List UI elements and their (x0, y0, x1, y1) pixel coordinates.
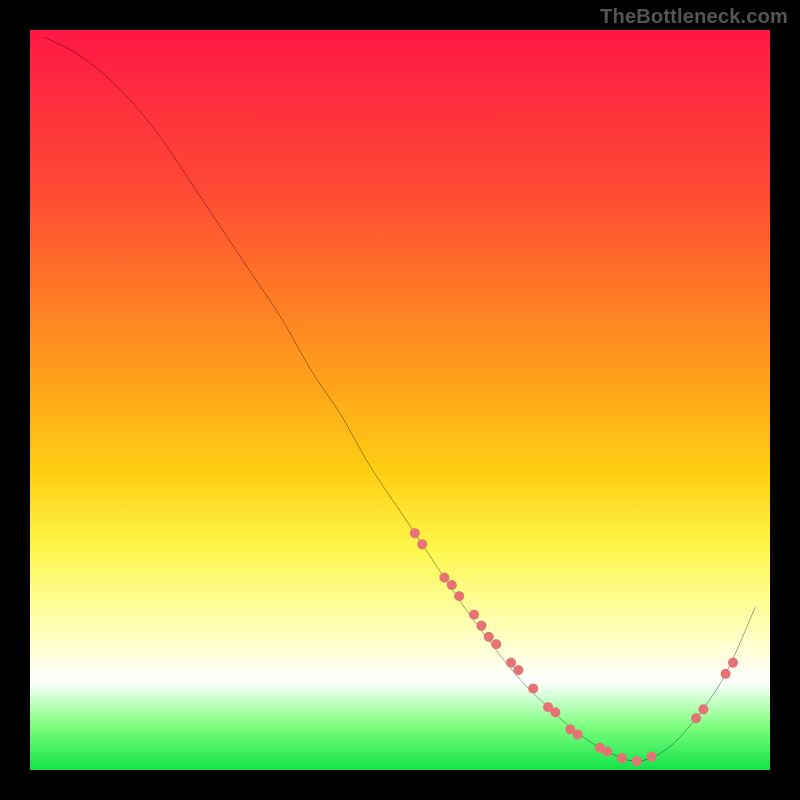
scatter-point (484, 632, 494, 642)
scatter-point (691, 713, 701, 723)
scatter-markers (410, 528, 738, 766)
scatter-point (491, 639, 501, 649)
scatter-point (439, 573, 449, 583)
scatter-point (721, 669, 731, 679)
scatter-point (476, 621, 486, 631)
scatter-point (647, 752, 657, 762)
plot-area (30, 30, 770, 770)
scatter-point (454, 591, 464, 601)
scatter-point (469, 610, 479, 620)
scatter-point (573, 729, 583, 739)
scatter-point (632, 756, 642, 766)
scatter-point (550, 707, 560, 717)
scatter-point (506, 658, 516, 668)
scatter-point (417, 539, 427, 549)
scatter-point (447, 580, 457, 590)
bottleneck-curve (45, 37, 755, 761)
scatter-point (602, 746, 612, 756)
chart-container: TheBottleneck.com (0, 0, 800, 800)
watermark-text: TheBottleneck.com (600, 6, 788, 29)
scatter-point (410, 528, 420, 538)
scatter-point (698, 704, 708, 714)
scatter-point (513, 665, 523, 675)
scatter-point (728, 658, 738, 668)
chart-svg (30, 30, 770, 770)
scatter-point (617, 753, 627, 763)
scatter-point (528, 684, 538, 694)
